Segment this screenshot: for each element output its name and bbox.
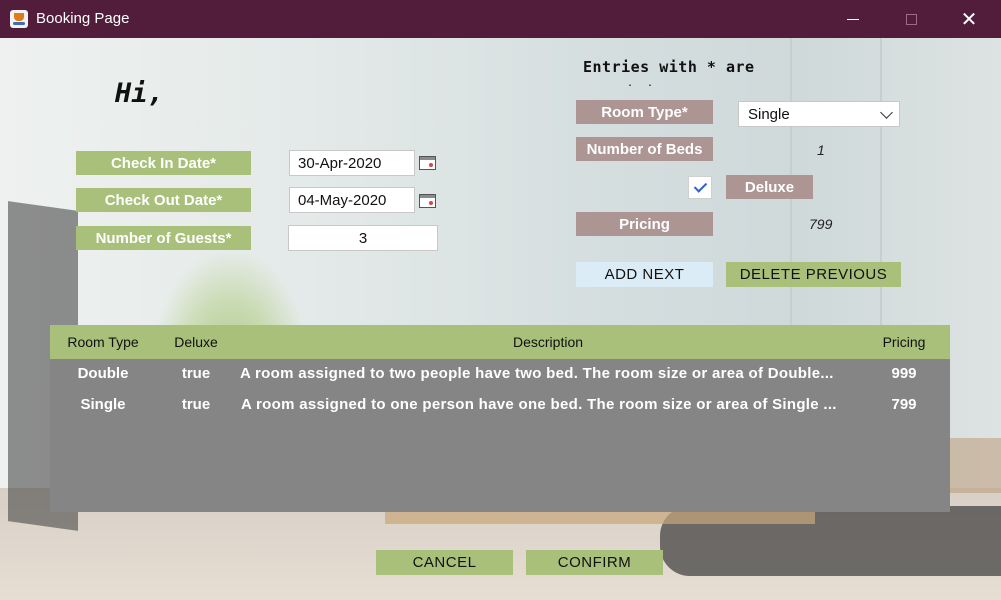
background-side-table: [950, 438, 1001, 493]
close-icon: ✕: [960, 8, 978, 31]
required-notice: Entries with * are: [583, 58, 755, 76]
check-out-field[interactable]: 04-May-2020: [289, 187, 415, 213]
cell-room-type: Single: [80, 395, 126, 413]
maximize-button[interactable]: [888, 0, 934, 38]
beds-value: 1: [817, 142, 825, 158]
window-title: Booking Page: [36, 10, 130, 27]
check-in-label: Check In Date*: [76, 151, 251, 175]
title-bar: Booking Page ✕: [0, 0, 1001, 38]
cell-pricing: 799: [891, 395, 917, 413]
room-type-label: Room Type*: [576, 100, 713, 124]
minimize-icon: [847, 18, 859, 20]
add-next-button[interactable]: ADD NEXT: [576, 262, 713, 287]
cell-deluxe: true: [181, 395, 211, 413]
calendar-icon: [418, 156, 436, 170]
check-out-calendar-button[interactable]: [417, 192, 437, 210]
table-row[interactable]: Single true A room assigned to one perso…: [50, 389, 950, 419]
checkmark-icon: [693, 179, 707, 193]
pricing-value: 799: [809, 216, 833, 232]
cell-description: A room assigned to one person have one b…: [241, 395, 837, 413]
check-in-field[interactable]: 30-Apr-2020: [289, 150, 415, 176]
cell-description: A room assigned to two people have two b…: [240, 364, 834, 382]
column-header-deluxe[interactable]: Deluxe: [156, 325, 236, 359]
confirm-button[interactable]: CONFIRM: [526, 550, 663, 575]
greeting-text: Hi,: [115, 78, 164, 109]
check-out-label: Check Out Date*: [76, 188, 251, 212]
room-type-value: Single: [748, 105, 790, 123]
chevron-down-icon: [880, 106, 893, 119]
cell-pricing: 999: [891, 364, 917, 382]
deluxe-checkbox[interactable]: [688, 176, 712, 199]
cancel-button[interactable]: CANCEL: [376, 550, 513, 575]
calendar-icon: [418, 194, 436, 208]
booking-content: Hi, Check In Date* 30-Apr-2020 Check Out…: [0, 38, 1001, 600]
delete-previous-button[interactable]: DELETE PREVIOUS: [726, 262, 901, 287]
column-header-description[interactable]: Description: [236, 325, 860, 359]
guests-field[interactable]: 3: [288, 225, 438, 251]
pricing-label: Pricing: [576, 212, 713, 236]
deluxe-label: Deluxe: [726, 175, 813, 199]
booking-table: Room Type Deluxe Description Pricing Dou…: [50, 325, 950, 512]
guests-label: Number of Guests*: [76, 226, 251, 250]
table-row[interactable]: Double true A room assigned to two peopl…: [50, 358, 950, 388]
beds-label: Number of Beds: [576, 137, 713, 161]
close-button[interactable]: ✕: [946, 0, 992, 38]
java-cup-icon: [10, 10, 28, 28]
maximize-icon: [905, 13, 917, 25]
table-header: Room Type Deluxe Description Pricing: [50, 325, 950, 359]
cell-room-type: Double: [77, 364, 129, 382]
cell-deluxe: true: [181, 364, 211, 382]
check-in-calendar-button[interactable]: [417, 154, 437, 172]
column-header-room-type[interactable]: Room Type: [50, 325, 156, 359]
room-type-select[interactable]: Single: [738, 101, 900, 127]
minimize-button[interactable]: [830, 0, 876, 38]
required-notice-overflow: . .: [627, 78, 658, 89]
column-header-pricing[interactable]: Pricing: [858, 325, 950, 359]
